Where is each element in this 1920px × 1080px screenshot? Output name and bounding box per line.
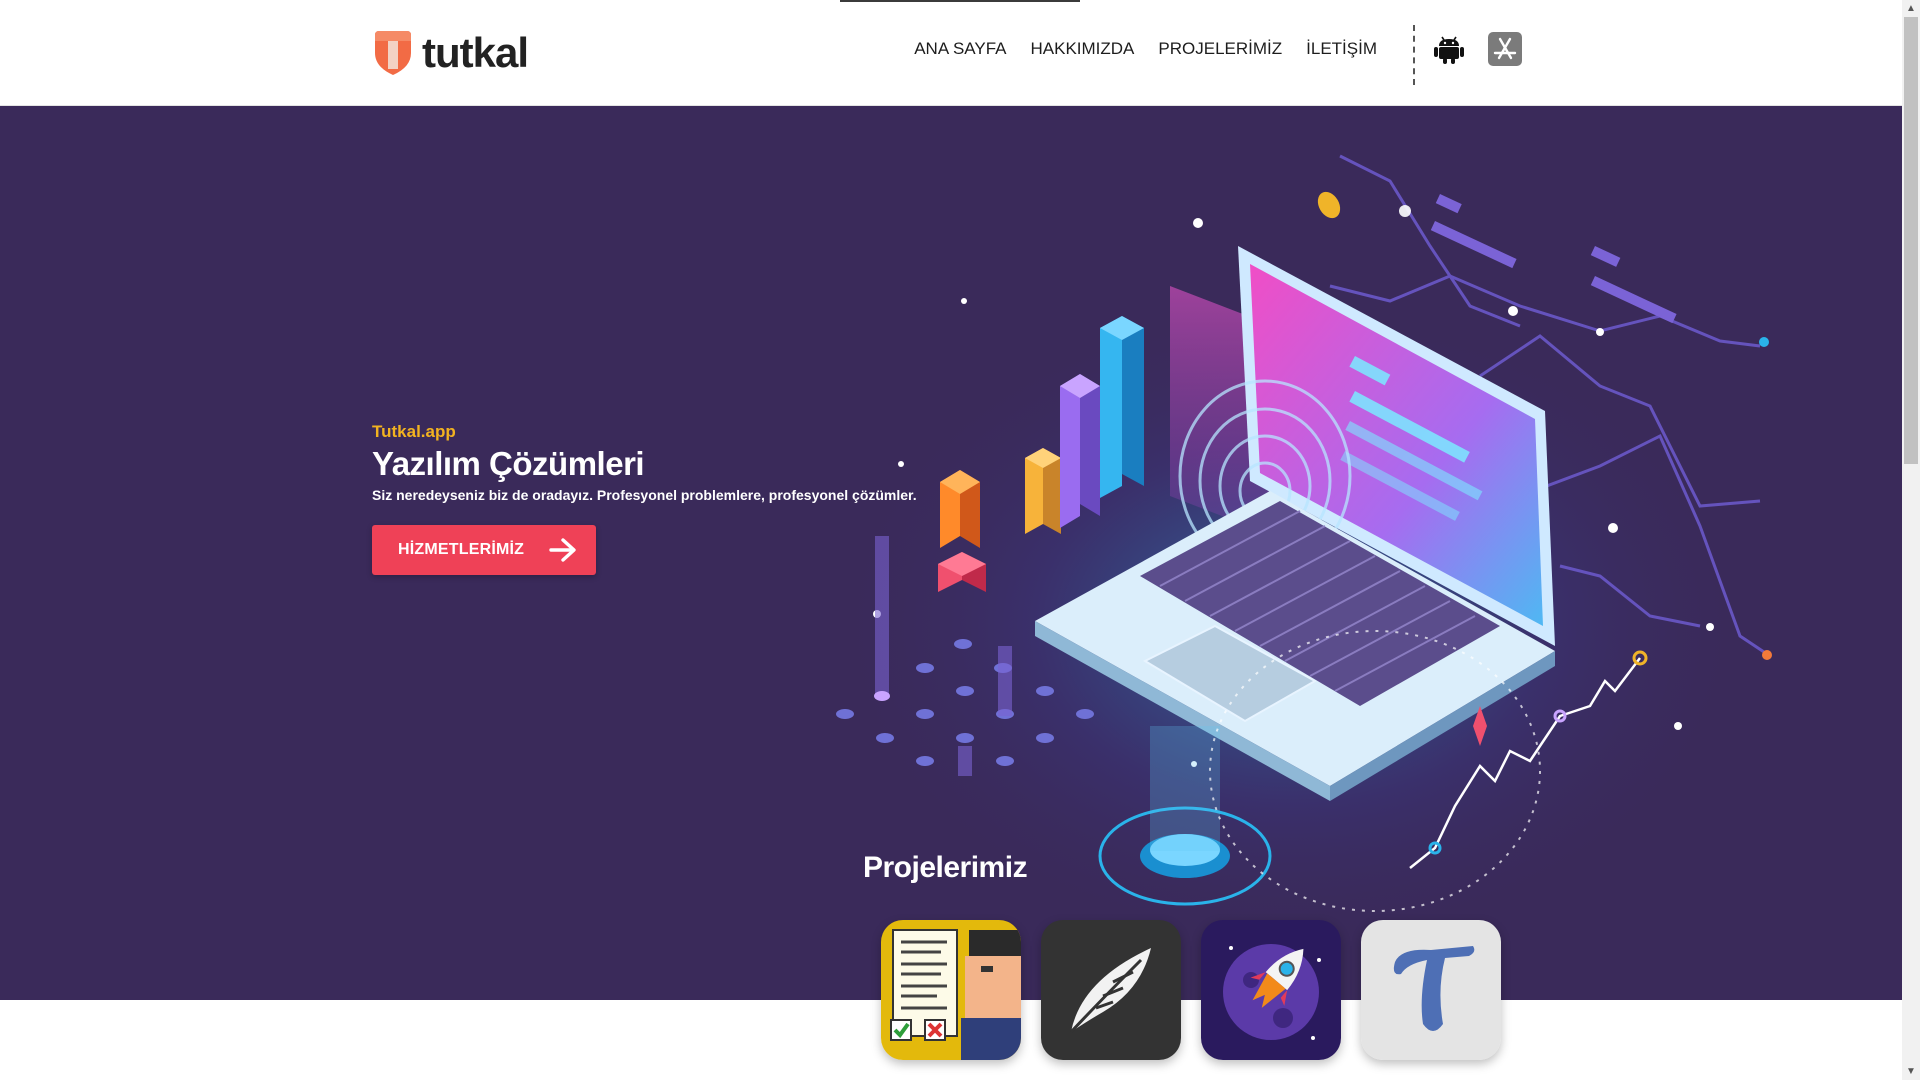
site-header: tutkal ANA SAYFA HAKKIMIZDA PROJELERİMİZ…	[0, 0, 1902, 106]
project-tiles	[881, 920, 1501, 1060]
nav-about[interactable]: HAKKIMIZDA	[1018, 38, 1146, 60]
logo-icon	[375, 31, 411, 75]
letter-t-app-icon[interactable]	[1361, 920, 1501, 1060]
nav-contact[interactable]: İLETİŞİM	[1294, 38, 1389, 60]
top-accent-line	[840, 0, 1080, 2]
services-button-label: HİZMETLERİMİZ	[398, 541, 525, 558]
hero-text-block: Tutkal.app Yazılım Çözümleri Siz neredey…	[372, 422, 917, 504]
hero-section: Tutkal.app Yazılım Çözümleri Siz neredey…	[0, 106, 1902, 1000]
android-icon[interactable]	[1432, 32, 1466, 66]
app-store-icon[interactable]	[1488, 32, 1522, 66]
nav-divider	[1413, 25, 1415, 85]
hero-title: Yazılım Çözümleri	[372, 445, 645, 482]
projects-heading: Projelerimiz	[863, 851, 1028, 884]
scroll-thumb[interactable]	[1904, 17, 1918, 464]
services-button[interactable]: HİZMETLERİMİZ	[372, 525, 596, 575]
hero-subtitle: Siz neredeyseniz biz de oradayız. Profes…	[372, 487, 917, 503]
hero-eyebrow: Tutkal.app	[372, 422, 456, 441]
scroll-down-arrow-icon[interactable]: ▼	[1902, 1063, 1920, 1080]
page-scrollbar[interactable]: ▲ ▼	[1902, 0, 1920, 1080]
rocket-app-icon[interactable]	[1201, 920, 1341, 1060]
logo-text: tutkal	[422, 29, 529, 76]
scroll-up-arrow-icon[interactable]: ▲	[1902, 0, 1920, 17]
checklist-app-icon[interactable]	[881, 920, 1021, 1060]
feather-app-icon[interactable]	[1041, 920, 1181, 1060]
logo[interactable]: tutkal	[372, 29, 529, 76]
nav-home[interactable]: ANA SAYFA	[902, 38, 1018, 60]
nav-projects[interactable]: PROJELERİMİZ	[1146, 38, 1294, 60]
main-nav: ANA SAYFA HAKKIMIZDA PROJELERİMİZ İLETİŞ…	[902, 38, 1389, 60]
arrow-right-icon	[549, 538, 576, 562]
